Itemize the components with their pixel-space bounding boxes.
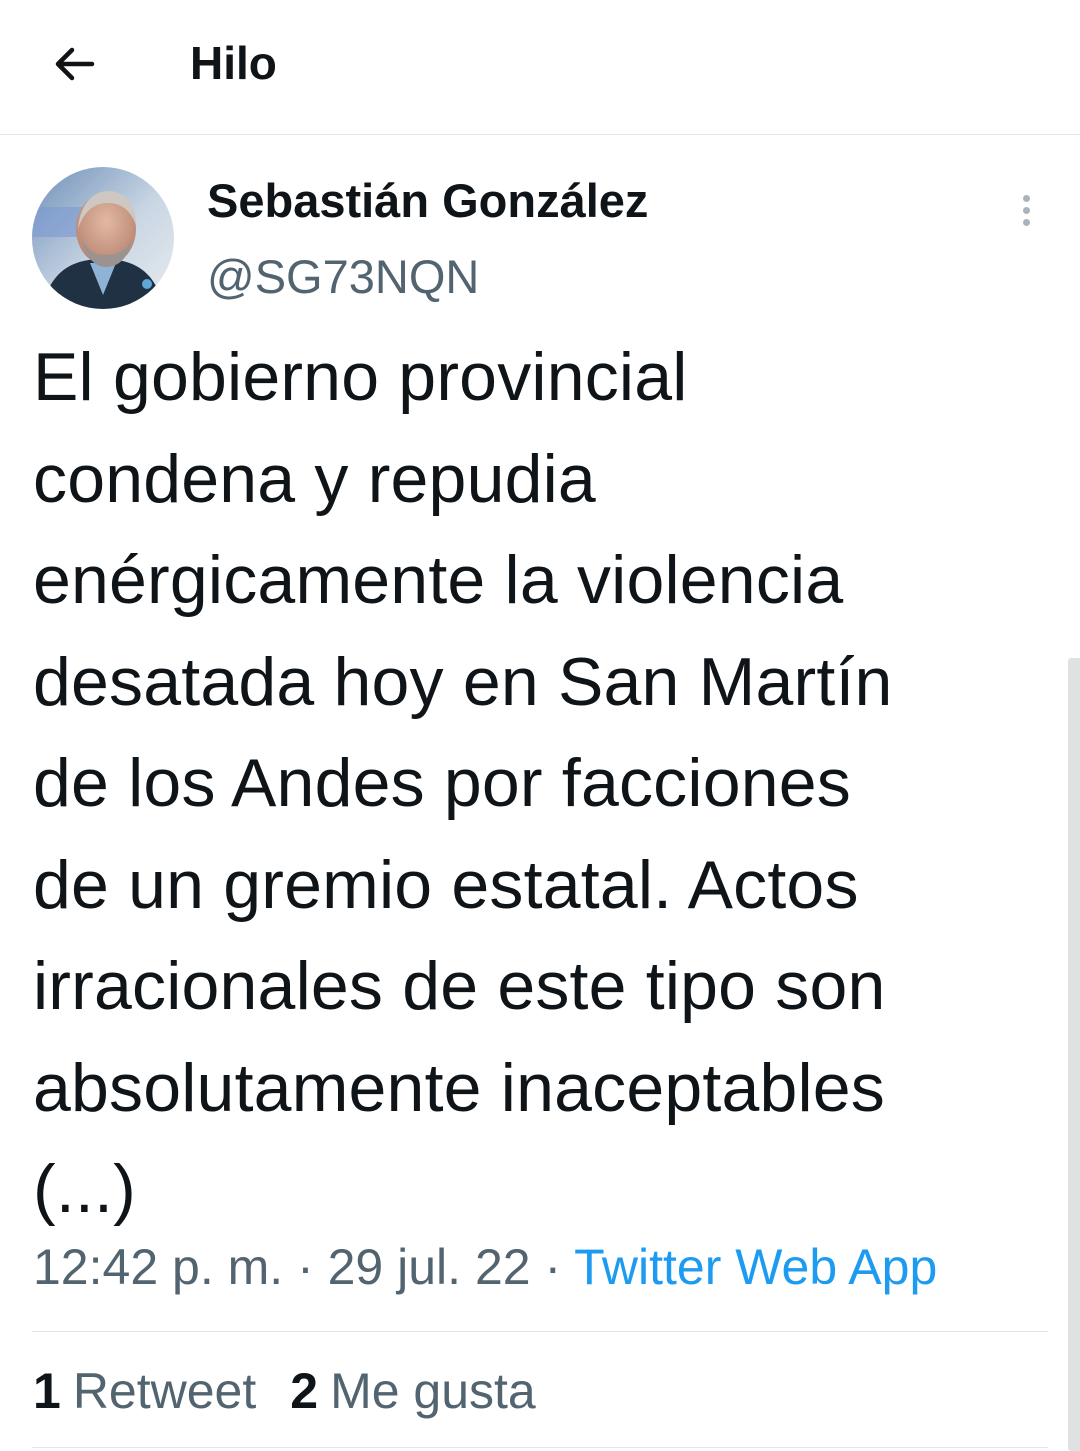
vertical-ellipsis-icon: [1022, 206, 1030, 214]
author-display-name[interactable]: Sebastián González: [207, 172, 648, 230]
author-handle[interactable]: @SG73NQN: [207, 248, 479, 306]
likes-label: Me gusta: [330, 1363, 536, 1419]
profile-photo: [32, 167, 174, 309]
retweets-label: Retweet: [72, 1363, 257, 1419]
tweet-source-link[interactable]: Twitter Web App: [574, 1239, 937, 1295]
divider: [32, 1331, 1048, 1332]
vertical-ellipsis-icon: [1022, 194, 1030, 202]
likes-count: 2: [290, 1363, 319, 1419]
vertical-ellipsis-icon: [1022, 218, 1030, 226]
meta-separator: ·: [544, 1239, 562, 1295]
back-button[interactable]: [44, 34, 104, 94]
tweet-text: El gobierno provincial condena y repudia…: [33, 339, 893, 1227]
tweet-time[interactable]: 12:42 p. m.: [33, 1239, 283, 1295]
scrollbar[interactable]: [1068, 658, 1080, 1451]
top-bar: Hilo: [0, 0, 1080, 135]
more-options-button[interactable]: [1004, 186, 1048, 234]
page-title: Hilo: [190, 37, 277, 89]
retweets-stat[interactable]: 1 Retweet: [33, 1363, 256, 1419]
tweet-meta: 12:42 p. m. · 29 jul. 22 · Twitter Web A…: [33, 1236, 937, 1298]
tweet-date[interactable]: 29 jul. 22: [328, 1239, 531, 1295]
avatar[interactable]: [32, 167, 174, 309]
likes-stat[interactable]: 2 Me gusta: [290, 1363, 535, 1419]
arrow-left-icon: [55, 47, 95, 81]
divider: [32, 1447, 1048, 1448]
retweets-count: 1: [33, 1363, 61, 1419]
tweet-stats: 1 Retweet 2 Me gusta: [33, 1360, 570, 1422]
meta-separator: ·: [297, 1239, 314, 1295]
